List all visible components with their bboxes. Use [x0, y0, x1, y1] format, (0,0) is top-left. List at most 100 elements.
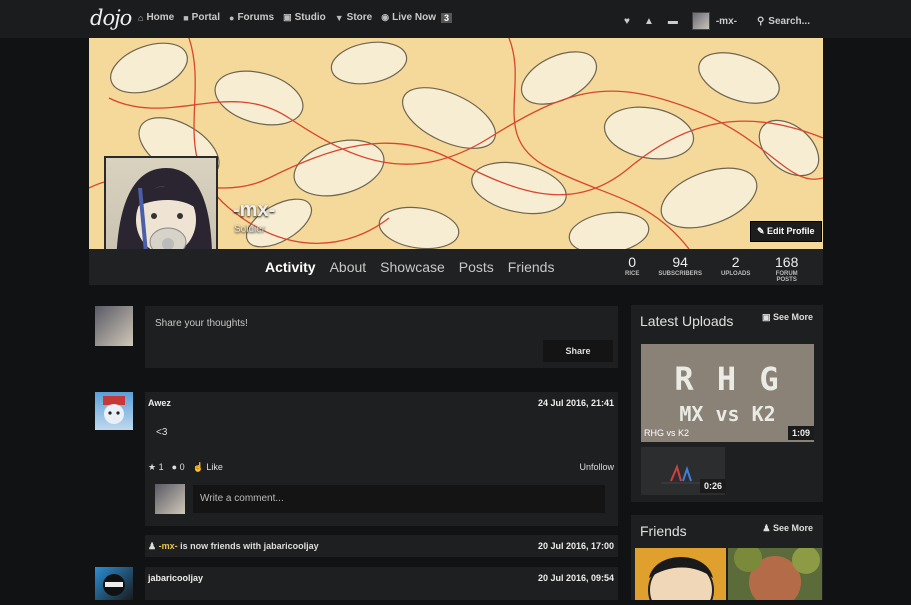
thumbs-up-icon: ☝ — [192, 462, 204, 472]
thumb-line1: R H G — [674, 360, 781, 398]
bell-icon[interactable]: ▲ — [644, 16, 654, 27]
star-count: 1 — [158, 462, 164, 472]
nav-portal-label: Portal — [191, 12, 221, 23]
friends-see-more-button[interactable]: ♟ See More — [762, 523, 813, 534]
nav-studio-label: Studio — [294, 12, 326, 23]
tab-posts[interactable]: Posts — [459, 259, 494, 275]
nav-live-label: Live Now — [392, 12, 436, 23]
nav-portal[interactable]: ■ Portal — [183, 12, 220, 23]
comment-count-button[interactable]: ● 0 — [172, 462, 185, 473]
comment-row: Write a comment... — [155, 484, 605, 516]
stat-uploads-value: 2 — [731, 254, 740, 270]
stat-uploads-label: UPLOADS — [721, 271, 751, 277]
heart-icon[interactable]: ♥ — [624, 16, 630, 27]
friend1-art — [648, 557, 714, 600]
nav-live-now[interactable]: ◉ Live Now 3 — [381, 12, 453, 23]
profile-rank: Soldier — [234, 224, 266, 235]
stat-uploads[interactable]: 2 UPLOADS — [721, 254, 750, 283]
nav-forums[interactable]: ● Forums — [229, 12, 274, 23]
activity-verb: is now friends with — [180, 541, 262, 551]
edit-profile-label: Edit Profile — [767, 226, 815, 236]
main-nav: ⌂ Home ■ Portal ● Forums ▣ Studio ▼ Store ◉ Li… — [138, 12, 453, 23]
nav-store-label: Store — [346, 12, 373, 23]
stat-rice-value: 0 — [628, 254, 637, 270]
stat-rice-label: RICE — [625, 271, 640, 277]
upload-title: RHG vs K2 — [644, 428, 690, 438]
share-input[interactable]: Share your thoughts! — [155, 318, 248, 329]
upload-thumbnail[interactable]: R H G MX vs K2 RHG vs K2 1:09 — [641, 344, 814, 442]
uploads-see-more-label: See More — [772, 312, 813, 322]
comment-icon: ● — [171, 462, 178, 472]
activity-date: 20 Jul 2016, 17:00 — [537, 541, 614, 551]
nav-studio[interactable]: ▣ Studio — [283, 12, 326, 23]
live-count-badge: 3 — [441, 12, 453, 23]
avatar — [155, 484, 185, 514]
friend-avatar[interactable] — [635, 548, 726, 600]
stat-subscribers-value: 94 — [672, 254, 688, 270]
share-button[interactable]: Share — [543, 340, 613, 362]
post-actions: ★ 1 ● 0 ☝ Like — [148, 462, 223, 473]
friend-avatar[interactable] — [728, 548, 822, 600]
search-placeholder: Search... — [768, 15, 810, 27]
like-label: Like — [206, 462, 223, 472]
tab-showcase[interactable]: Showcase — [380, 259, 445, 275]
film-icon: ▣ — [761, 312, 773, 322]
video-icon: ■ — [183, 12, 189, 23]
comment-input[interactable]: Write a comment... — [193, 485, 605, 513]
nav-forums-label: Forums — [237, 12, 275, 23]
avatar[interactable] — [95, 392, 133, 430]
tab-activity[interactable]: Activity — [265, 259, 316, 275]
friends-title: Friends — [640, 523, 687, 539]
upload-thumbnail[interactable]: 0:26 — [641, 447, 727, 495]
activity-target[interactable]: jabaricooljay — [264, 541, 319, 551]
post-author[interactable]: jabaricooljay — [148, 573, 203, 583]
upload-duration: 1:09 — [787, 426, 814, 440]
stat-subscribers-label: SUBSCRIBERS — [658, 271, 703, 277]
stat-rice[interactable]: 0 RICE — [625, 254, 639, 283]
user-menu[interactable]: -mx- — [691, 12, 737, 30]
post-body: <3 — [156, 427, 168, 438]
nav-home[interactable]: ⌂ Home — [138, 12, 174, 23]
post-author[interactable]: Awez — [148, 398, 171, 408]
search-input[interactable]: ⚲ Search... — [757, 16, 810, 27]
tab-friends[interactable]: Friends — [508, 259, 555, 275]
nav-username: -mx- — [715, 15, 737, 27]
profile-stats: 0 RICE 94 SUBSCRIBERS 2 UPLOADS 168 FORUM PO… — [625, 254, 823, 283]
unfollow-button[interactable]: Unfollow — [579, 462, 614, 472]
profile-username: -mx- — [233, 199, 276, 221]
profile-tabs: Activity About Showcase Posts Friends — [265, 259, 554, 275]
top-nav: dojo ⌂ Home ■ Portal ● Forums ▣ Studio ▼ Stor… — [0, 0, 911, 38]
comment-count: 0 — [179, 462, 185, 472]
awez-avatar-art — [103, 396, 125, 424]
nav-home-label: Home — [146, 12, 175, 23]
upload-duration: 0:26 — [700, 479, 727, 493]
stat-subscribers[interactable]: 94 SUBSCRIBERS — [658, 254, 702, 283]
thumb-line2: MX vs K2 — [679, 402, 776, 426]
avatar[interactable] — [95, 567, 133, 600]
like-button[interactable]: ☝ Like — [193, 462, 223, 473]
activity-item: ♟ -mx- is now friends with jabaricooljay… — [145, 535, 618, 557]
inbox-icon[interactable]: ▬ — [668, 16, 678, 27]
edit-profile-button[interactable]: ✎ Edit Profile — [750, 221, 822, 242]
activity-text: ♟ -mx- is now friends with jabaricooljay — [148, 541, 319, 552]
site-logo[interactable]: dojo — [90, 6, 132, 30]
profile-tab-bar: Activity About Showcase Posts Friends 0R… — [89, 249, 823, 285]
post-date: 20 Jul 2016, 09:54 — [537, 573, 614, 583]
stat-forum-posts-value: 168 — [775, 254, 799, 270]
nav-right: ♥ ▲ ▬ -mx- ⚲ Search... — [624, 12, 810, 30]
stat-forum-posts[interactable]: 168 FORUM POSTS — [769, 254, 804, 283]
feed-post: jabaricooljay 20 Jul 2016, 09:54 — [145, 567, 618, 600]
uploads-see-more-button[interactable]: ▣ See More — [762, 312, 813, 323]
friends-see-more-label: See More — [772, 523, 813, 533]
tab-about[interactable]: About — [330, 259, 367, 275]
star-button[interactable]: ★ 1 — [148, 462, 164, 473]
avatar — [691, 12, 710, 30]
latest-uploads-title: Latest Uploads — [640, 313, 734, 329]
nav-store[interactable]: ▼ Store — [335, 12, 372, 23]
user-icon: ♟ — [148, 541, 157, 551]
stat-forum-posts-label: FORUM POSTS — [775, 271, 798, 283]
feed-post: Awez 24 Jul 2016, 21:41 <3 ★ 1 ● 0 ☝ Lik… — [145, 392, 618, 526]
film-icon: ▣ — [283, 12, 292, 22]
share-composer: Share your thoughts! Share — [145, 306, 618, 368]
activity-actor[interactable]: -mx- — [159, 541, 178, 551]
